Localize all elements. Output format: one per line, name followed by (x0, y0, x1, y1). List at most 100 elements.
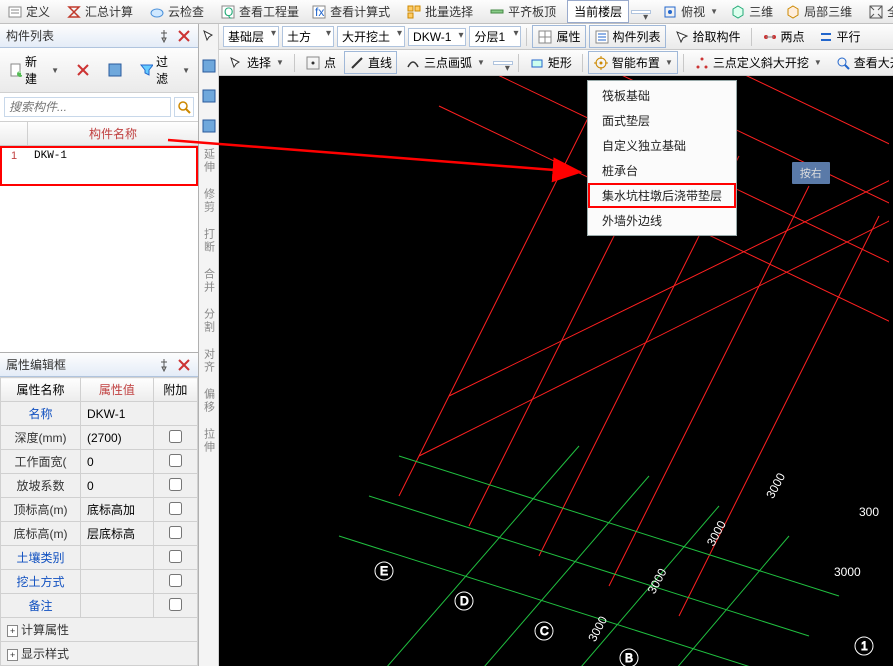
expand-icon[interactable] (7, 623, 21, 637)
btn-smart-layout[interactable]: 智能布置 (588, 51, 678, 74)
prop-row[interactable]: 深度(mm)(2700) (1, 426, 198, 450)
prop-row[interactable]: 挖土方式 (1, 570, 198, 594)
btn-arc[interactable]: 三点画弧 (400, 51, 490, 74)
floor-combo[interactable] (631, 10, 651, 14)
vtool-label[interactable]: 偏移 (201, 388, 217, 414)
btn-line[interactable]: 直线 (344, 51, 397, 74)
combo-cat[interactable]: 土方 (282, 26, 334, 47)
copy-button[interactable] (103, 60, 127, 80)
combo-comp[interactable]: DKW-1 (408, 28, 466, 46)
btn-pick[interactable]: 拾取构件 (669, 25, 746, 48)
menu-item[interactable]: 桩承台 (588, 158, 736, 183)
prop-name: 工作面宽( (1, 450, 81, 474)
dim-label: 3000 (585, 613, 610, 643)
tb-topview[interactable]: 俯视 (657, 0, 723, 23)
delete-button[interactable] (71, 60, 95, 80)
vtool-label[interactable]: 合并 (201, 268, 217, 294)
tb-sum[interactable]: 汇总计算 (61, 0, 138, 23)
pin-icon[interactable] (156, 28, 172, 44)
pin-icon[interactable] (156, 357, 172, 373)
vtool-label[interactable]: 延伸 (201, 148, 217, 174)
prop-value[interactable]: 0 (80, 450, 153, 474)
btn-3pt-slope[interactable]: 三点定义斜大开挖 (689, 51, 827, 74)
combo-sub[interactable]: 分层1 (469, 26, 521, 47)
menu-item[interactable]: 筏板基础 (588, 83, 736, 108)
btn-select[interactable]: 选择 (223, 51, 289, 74)
vtool-icon[interactable] (201, 58, 217, 74)
tb-calc[interactable]: 查看计算式 (306, 0, 395, 23)
prop-extra[interactable] (153, 570, 197, 594)
btn-complist[interactable]: 构件列表 (589, 25, 666, 48)
vtool-icon[interactable] (201, 118, 217, 134)
prop-row[interactable]: 名称DKW-1 (1, 402, 198, 426)
prop-value[interactable] (80, 594, 153, 618)
tb-flat[interactable]: 平齐板顶 (484, 0, 561, 23)
prop-extra[interactable] (153, 522, 197, 546)
prop-extra[interactable] (153, 474, 197, 498)
tb-3d[interactable]: 三维 (725, 0, 778, 23)
prop-value[interactable] (80, 546, 153, 570)
prop-extra[interactable] (153, 402, 197, 426)
component-toolbar: 新建 过滤 (0, 48, 198, 93)
btn-parallel[interactable]: 平行 (813, 25, 866, 48)
tab-current-floor[interactable]: 当前楼层 (567, 0, 629, 23)
btn-rect[interactable]: 矩形 (524, 51, 577, 74)
prop-extra[interactable] (153, 426, 197, 450)
tb-define[interactable]: 定义 (2, 0, 55, 23)
expand-icon[interactable] (7, 647, 21, 661)
tb-qty[interactable]: 查看工程量 (215, 0, 304, 23)
prop-value[interactable]: 层底标高 (80, 522, 153, 546)
btn-properties[interactable]: 属性 (532, 25, 585, 48)
prop-expand-row[interactable]: 计算属性 (1, 618, 198, 642)
axis-bubble: 1 (861, 639, 868, 653)
prop-value[interactable] (80, 570, 153, 594)
close-icon[interactable] (176, 357, 192, 373)
vtool-icon[interactable] (201, 88, 217, 104)
btn-2pt[interactable]: 两点 (757, 25, 810, 48)
arc-extra-combo[interactable] (493, 61, 513, 65)
prop-row[interactable]: 土壤类别 (1, 546, 198, 570)
prop-value[interactable]: 底标高加 (80, 498, 153, 522)
prop-row[interactable]: 工作面宽(0 (1, 450, 198, 474)
prop-value[interactable]: (2700) (80, 426, 153, 450)
prop-extra[interactable] (153, 450, 197, 474)
prop-extra[interactable] (153, 546, 197, 570)
vtool-label[interactable]: 打断 (201, 228, 217, 254)
list-row-1[interactable]: 1 DKW-1 (0, 146, 198, 186)
props-title: 属性编辑框 (6, 356, 66, 373)
canvas-tooltip: 按右 (792, 162, 830, 184)
prop-row[interactable]: 底标高(m)层底标高 (1, 522, 198, 546)
close-icon[interactable] (176, 28, 192, 44)
vtool-label[interactable]: 分割 (201, 308, 217, 334)
tb-batch[interactable]: 批量选择 (401, 0, 478, 23)
menu-item[interactable]: 集水坑柱墩后浇带垫层 (588, 183, 736, 208)
tb-cloud[interactable]: 云检查 (144, 0, 209, 23)
drawing-canvas[interactable]: 3000 3000 3000 3000 300 3000 E D C B 1 按… (219, 76, 893, 666)
prop-row[interactable]: 顶标高(m)底标高加 (1, 498, 198, 522)
menu-item[interactable]: 面式垫层 (588, 108, 736, 133)
prop-value[interactable]: 0 (80, 474, 153, 498)
prop-name: 顶标高(m) (1, 498, 81, 522)
prop-value[interactable]: DKW-1 (80, 402, 153, 426)
tb-local3d[interactable]: 局部三维 (780, 0, 857, 23)
vtool-label[interactable]: 修剪 (201, 188, 217, 214)
menu-item[interactable]: 自定义独立基础 (588, 133, 736, 158)
vtool-label[interactable]: 拉伸 (201, 428, 217, 454)
prop-row[interactable]: 放坡系数0 (1, 474, 198, 498)
btn-point[interactable]: 点 (300, 51, 341, 74)
new-button[interactable]: 新建 (4, 51, 63, 89)
vtool-label[interactable]: 对齐 (201, 348, 217, 374)
prop-extra[interactable] (153, 498, 197, 522)
tb-full[interactable]: 全屏 (863, 0, 893, 23)
prop-expand-row[interactable]: 显示样式 (1, 642, 198, 666)
filter-button[interactable]: 过滤 (135, 51, 194, 89)
menu-item[interactable]: 外墙外边线 (588, 208, 736, 233)
combo-layer[interactable]: 基础层 (223, 26, 279, 47)
vtool-icon[interactable] (201, 28, 217, 44)
prop-row[interactable]: 备注 (1, 594, 198, 618)
search-go[interactable] (174, 97, 194, 117)
prop-extra[interactable] (153, 594, 197, 618)
search-input[interactable] (4, 97, 171, 117)
combo-type[interactable]: 大开挖土 (337, 26, 405, 47)
btn-view-big[interactable]: 查看大开挖底 (830, 51, 893, 74)
